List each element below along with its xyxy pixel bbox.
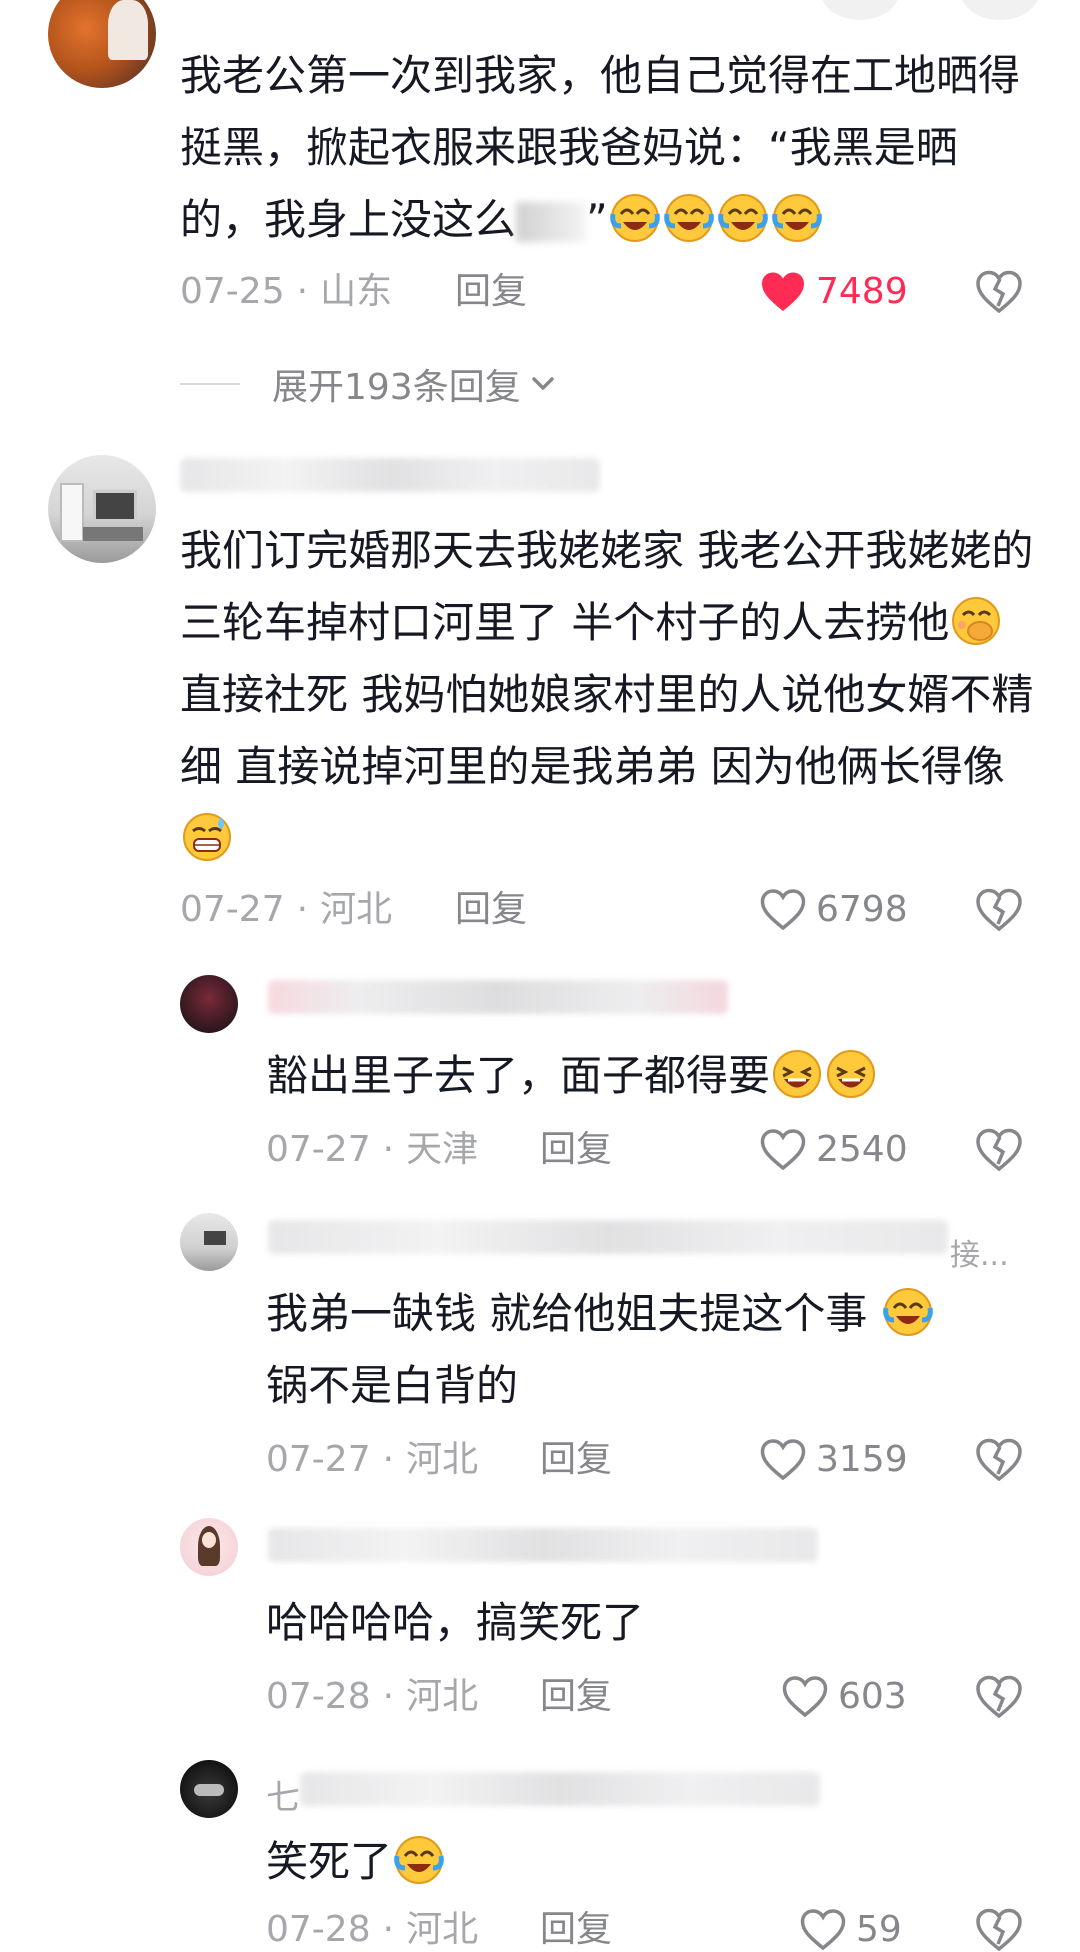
reply-meta: 07-27 · 天津 — [266, 1129, 479, 1170]
laughing-crying-emoji — [717, 194, 768, 242]
reply-text: 笑死了 — [266, 1826, 1046, 1898]
replier-name-prefix: 七 — [266, 1778, 300, 1818]
reply-button[interactable]: 回复 — [540, 1675, 612, 1719]
like-count: 6798 — [816, 889, 908, 930]
comment-meta: 07-25 · 山东 — [180, 271, 393, 312]
replier-name-blurred[interactable] — [268, 980, 728, 1014]
heart-outline-icon — [782, 1676, 828, 1718]
blurred-text — [516, 202, 587, 242]
like-count: 59 — [856, 1909, 902, 1950]
like-button[interactable]: 603 — [782, 1675, 907, 1719]
cover-mouth-laugh-emoji — [952, 597, 1001, 645]
comment-text: 我们订完婚那天去我姥姥家 我老公开我姥姥的三轮车掉村口河里了 半个村子的人去捞他… — [180, 515, 1040, 875]
reply-location: 河北 — [406, 1676, 479, 1717]
grinning-sweat-emoji — [183, 813, 231, 861]
chevron-down-icon — [531, 377, 554, 390]
reply-text: 豁出里子去了，面子都得要 — [266, 1040, 1046, 1112]
commenter-avatar[interactable] — [48, 455, 156, 563]
like-button[interactable]: 6798 — [760, 888, 908, 932]
reply-button[interactable]: 回复 — [540, 1438, 612, 1482]
reply-text: 我弟一缺钱 就给他姐夫提这个事 锅不是白背的 — [266, 1278, 1046, 1422]
like-button[interactable]: 2540 — [760, 1128, 908, 1172]
reply-meta: 07-28 · 河北 — [266, 1676, 479, 1717]
laughing-emoji — [773, 1050, 822, 1098]
like-button[interactable]: 7489 — [760, 270, 908, 314]
heart-outline-icon — [760, 1129, 806, 1171]
like-count: 7489 — [816, 271, 908, 312]
expand-replies-label: 展开193条回复 — [272, 367, 521, 408]
reply-location: 河北 — [406, 1439, 479, 1480]
commenter-avatar[interactable] — [48, 0, 156, 88]
commenter-name-blurred[interactable] — [180, 458, 600, 492]
comment-text: 我老公第一次到我家，他自己觉得在工地晒得挺黑，掀起衣服来跟我爸妈说：“我黑是晒的… — [180, 51, 1021, 244]
replier-name-suffix: 接... — [950, 1238, 1009, 1273]
reply-meta: 07-27 · 河北 — [266, 1439, 479, 1480]
expand-replies[interactable]: 展开193条回复 — [180, 358, 559, 410]
reply-meta: 07-28 · 河北 — [266, 1909, 479, 1950]
dislike-broken-heart-icon[interactable] — [976, 888, 1022, 932]
like-count: 3159 — [816, 1439, 908, 1480]
reply-date: 07-27 — [266, 1129, 371, 1170]
comment-date: 07-27 — [180, 889, 285, 930]
replier-avatar[interactable] — [180, 1213, 238, 1271]
reply-button[interactable]: 回复 — [455, 270, 527, 314]
top-action-bump — [820, 0, 900, 20]
dislike-broken-heart-icon[interactable] — [976, 1675, 1022, 1719]
replier-avatar[interactable] — [180, 1518, 238, 1576]
comment-location: 河北 — [320, 889, 393, 930]
reply-text: 哈哈哈哈，搞笑死了 — [266, 1598, 645, 1647]
heart-outline-icon — [760, 889, 806, 931]
comment-meta: 07-27 · 河北 — [180, 889, 393, 930]
like-count: 2540 — [816, 1129, 908, 1170]
reply-date: 07-28 — [266, 1909, 371, 1950]
replier-avatar[interactable] — [180, 975, 238, 1033]
replier-name-blurred[interactable] — [268, 1528, 818, 1562]
reply-location: 河北 — [406, 1909, 479, 1950]
laughing-crying-emoji — [609, 194, 660, 242]
laughing-emoji — [827, 1050, 876, 1098]
dislike-broken-heart-icon[interactable] — [976, 1438, 1022, 1482]
top-action-bump — [960, 0, 1040, 20]
dislike-broken-heart-icon[interactable] — [976, 1128, 1022, 1172]
reply-button[interactable]: 回复 — [540, 1128, 612, 1172]
dislike-broken-heart-icon[interactable] — [976, 1908, 1022, 1952]
replier-avatar[interactable] — [180, 1760, 238, 1818]
comment-location: 山东 — [320, 271, 393, 312]
laughing-crying-emoji — [663, 194, 714, 242]
heart-outline-icon — [760, 1439, 806, 1481]
heart-filled-icon — [762, 272, 804, 311]
laughing-crying-emoji — [394, 1836, 444, 1884]
laughing-crying-emoji — [771, 194, 822, 242]
expand-divider — [180, 383, 240, 385]
heart-outline-icon — [800, 1909, 846, 1951]
dislike-broken-heart-icon[interactable] — [976, 270, 1022, 314]
replier-name-blurred[interactable] — [300, 1772, 820, 1806]
laughing-crying-emoji — [882, 1288, 933, 1336]
replier-name-blurred[interactable] — [268, 1220, 948, 1254]
reply-location: 天津 — [406, 1129, 479, 1170]
reply-date: 07-28 — [266, 1676, 371, 1717]
like-button[interactable]: 59 — [800, 1908, 902, 1952]
reply-date: 07-27 — [266, 1439, 371, 1480]
reply-button[interactable]: 回复 — [540, 1908, 612, 1952]
reply-button[interactable]: 回复 — [455, 888, 527, 932]
like-count: 603 — [838, 1676, 907, 1717]
like-button[interactable]: 3159 — [760, 1438, 908, 1482]
comment-date: 07-25 — [180, 271, 285, 312]
